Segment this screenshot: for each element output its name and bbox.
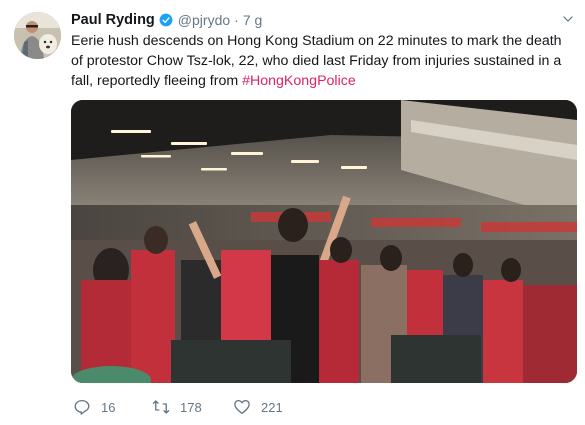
reply-button[interactable]: 16 — [73, 396, 115, 418]
author-handle[interactable]: @pjrydo — [178, 12, 230, 28]
timestamp[interactable]: 7 g — [243, 12, 262, 28]
reply-icon — [74, 399, 90, 415]
chevron-down-icon[interactable] — [561, 12, 575, 26]
tweet-header: Paul Ryding @pjrydo · 7 g — [71, 11, 262, 29]
header-separator: · — [234, 12, 239, 28]
retweet-button[interactable]: 178 — [152, 396, 202, 418]
author-name[interactable]: Paul Ryding — [71, 12, 155, 28]
like-button[interactable]: 221 — [233, 396, 283, 418]
tweet-card[interactable]: Paul Ryding @pjrydo · 7 g Eerie hush des… — [0, 0, 585, 425]
reply-count: 16 — [101, 399, 116, 415]
like-icon — [234, 399, 250, 415]
like-count: 221 — [261, 399, 283, 415]
tweet-text: Eerie hush descends on Hong Kong Stadium… — [71, 31, 571, 91]
retweet-count: 178 — [180, 399, 202, 415]
avatar[interactable] — [14, 12, 61, 59]
tweet-photo[interactable] — [71, 100, 577, 383]
retweet-icon — [152, 400, 170, 414]
verified-badge-icon — [159, 13, 173, 27]
hashtag-link[interactable]: #HongKongPolice — [242, 73, 356, 89]
